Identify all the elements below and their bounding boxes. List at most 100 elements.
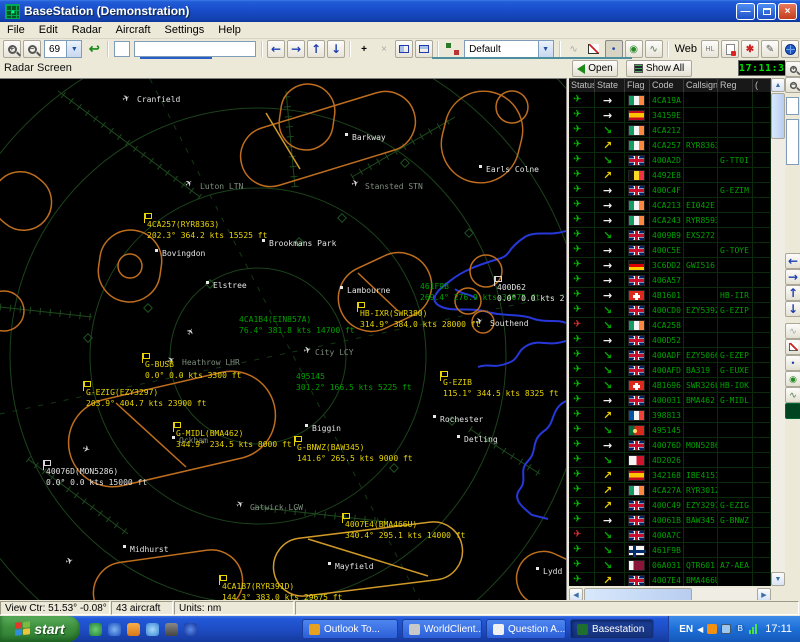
pan-down-button[interactable]: ↓ xyxy=(327,40,346,58)
panel-down-button[interactable]: ↓ xyxy=(785,301,800,317)
scroll-up-button[interactable]: ▲ xyxy=(771,78,785,92)
quick-launch-icon[interactable] xyxy=(165,622,178,636)
alert-button[interactable]: ✱ xyxy=(741,40,759,58)
language-indicator[interactable]: EN xyxy=(679,624,693,635)
range-spinner[interactable] xyxy=(114,41,130,57)
report-page-button[interactable] xyxy=(721,40,739,58)
table-row[interactable]: ✈ ↘ 400A2D G-TTOI xyxy=(569,153,771,168)
table-row[interactable]: ✈ ↘ 4B1696 SWR326L HB-IOK xyxy=(569,378,771,393)
scrollbar-thumb[interactable] xyxy=(771,93,785,139)
panel-left-button[interactable]: ← xyxy=(785,253,800,269)
quick-launch-icon[interactable] xyxy=(108,622,121,636)
title-bar[interactable]: BaseStation (Demonstration) — × xyxy=(0,0,800,22)
graph-icon[interactable] xyxy=(785,339,800,355)
menu-aircraft[interactable]: Aircraft xyxy=(109,23,158,37)
scroll-down-button[interactable]: ▼ xyxy=(771,572,785,586)
split-vertical-button[interactable] xyxy=(415,40,434,58)
table-row[interactable]: ✈ ↘ 400AFD BA319 G-EUXE xyxy=(569,363,771,378)
menu-help[interactable]: Help xyxy=(211,23,248,37)
restore-button[interactable] xyxy=(757,2,776,20)
edit-button[interactable]: ✎ xyxy=(761,40,779,58)
tray-app-icon[interactable] xyxy=(707,624,718,634)
globe-button[interactable] xyxy=(781,40,799,58)
quick-launch-icon[interactable] xyxy=(89,622,102,636)
panel-up-button[interactable]: ↑ xyxy=(785,285,800,301)
quick-launch-icon[interactable] xyxy=(127,622,140,636)
bluetooth-icon[interactable]: B xyxy=(735,624,746,634)
table-row[interactable]: ✈ → 40061B BAW345 G-BNWZ xyxy=(569,513,771,528)
panel-listbox[interactable] xyxy=(786,119,799,165)
table-row[interactable]: ✈ ↘ 4CA212 xyxy=(569,123,771,138)
internet-explorer-icon[interactable] xyxy=(146,622,159,636)
panel-zoom-in-button[interactable]: + xyxy=(785,61,800,77)
waveform-icon[interactable]: ∿ xyxy=(785,387,800,403)
panel-spinner[interactable] xyxy=(786,97,799,115)
pan-up-button[interactable]: ↑ xyxy=(307,40,326,58)
filter-input[interactable] xyxy=(133,41,257,57)
taskbar-button-basestation[interactable]: Basestation xyxy=(570,619,654,639)
table-row[interactable]: ✈ ↘ 4CA258 xyxy=(569,318,771,333)
table-row[interactable]: ✈ → 40076D MON5286 xyxy=(569,438,771,453)
chevron-left-icon[interactable]: ◀ xyxy=(697,625,703,634)
column-header-callsign[interactable]: Callsign xyxy=(684,78,718,93)
menu-radar[interactable]: Radar xyxy=(65,23,109,37)
table-row[interactable]: ✈ ↗ 4007E4 BMA466U xyxy=(569,573,771,586)
table-row[interactable]: ✈ → 3C6DD2 GWI516 xyxy=(569,258,771,273)
table-row[interactable]: ✈ ↘ 400CD0 EZY5392 G-EZIP xyxy=(569,303,771,318)
revert-button[interactable]: ↩ xyxy=(85,40,103,58)
preset-select[interactable]: Default ▼ xyxy=(464,40,554,58)
table-row[interactable]: ✈ ↗ 4CA27A RYR3012 xyxy=(569,483,771,498)
dot-display-icon[interactable]: • xyxy=(785,355,800,371)
connect-button[interactable] xyxy=(443,40,461,58)
split-horizontal-button[interactable] xyxy=(395,40,414,58)
menu-edit[interactable]: Edit xyxy=(32,23,65,37)
menu-file[interactable]: File xyxy=(0,23,32,37)
taskbar-button-worldclient[interactable]: WorldClient... xyxy=(402,619,482,639)
table-row[interactable]: ✈ → 400031 BMA462 G-MIDL xyxy=(569,393,771,408)
pan-left-button[interactable]: ← xyxy=(267,40,286,58)
table-row[interactable]: ✈ → 4B1601 HB-IIR xyxy=(569,288,771,303)
taskbar-button-outlookto[interactable]: Outlook To... xyxy=(302,619,398,639)
start-button[interactable]: start xyxy=(0,616,80,642)
table-row[interactable]: ✈ ↘ 495145 xyxy=(569,423,771,438)
zoom-out-button[interactable]: − xyxy=(23,40,41,58)
signal-curve-icon[interactable]: ∿ xyxy=(785,323,800,339)
sphere-icon[interactable]: ◉ xyxy=(785,371,800,387)
table-row[interactable]: ✈ → 34159E xyxy=(569,108,771,123)
close-button[interactable]: × xyxy=(778,2,797,20)
table-row[interactable]: ✈ → 406A57 xyxy=(569,273,771,288)
table-row[interactable]: ✈ ↘ 461F9B xyxy=(569,543,771,558)
column-header-status[interactable]: Status xyxy=(569,78,595,93)
table-row[interactable]: ✈ ↗ 4492E8 xyxy=(569,168,771,183)
table-row[interactable]: ✈ ↘ 4009B9 EXS272 xyxy=(569,228,771,243)
table-row[interactable]: ✈ → 400C5E G-TOYE xyxy=(569,243,771,258)
table-row[interactable]: ✈ ↗ 4CA257 RYR8363 xyxy=(569,138,771,153)
table-row[interactable]: ✈ ↗ 400C49 EZY3297 G-EZIG xyxy=(569,498,771,513)
minimize-button[interactable]: — xyxy=(736,2,755,20)
menu-settings[interactable]: Settings xyxy=(158,23,212,37)
open-button[interactable]: Open xyxy=(572,60,618,77)
column-header-state[interactable]: State xyxy=(595,78,625,93)
pan-right-button[interactable]: → xyxy=(287,40,306,58)
web-chip-button[interactable]: HL xyxy=(701,40,719,58)
table-row[interactable]: ✈ → 400C4F G-EZIM xyxy=(569,183,771,198)
table-row[interactable]: ✈ ↘ 4D2026 xyxy=(569,453,771,468)
taskbar-button-questiona[interactable]: Question A... xyxy=(486,619,566,639)
delete-button[interactable]: × xyxy=(375,40,393,58)
column-header-flag[interactable]: Flag xyxy=(625,78,650,93)
sphere-icon[interactable]: ◉ xyxy=(624,40,643,58)
table-row[interactable]: ✈ → 4CA243 RYR8593 xyxy=(569,213,771,228)
graph-icon[interactable] xyxy=(585,40,603,58)
dot-display-icon[interactable]: • xyxy=(604,40,623,58)
panel-zoom-out-button[interactable]: − xyxy=(785,77,800,93)
table-row[interactable]: ✈ ↗ 342168 IBE4151 xyxy=(569,468,771,483)
show-all-button[interactable]: Show All xyxy=(626,60,692,77)
grid-display-icon[interactable] xyxy=(785,403,800,419)
zoom-in-button[interactable]: + xyxy=(3,40,21,58)
column-header-reg[interactable]: Reg xyxy=(718,78,753,93)
panel-right-button[interactable]: → xyxy=(785,269,800,285)
table-row[interactable]: ✈ ↘ 400ADF EZY5066 G-EZEP xyxy=(569,348,771,363)
signal-strength-icon[interactable] xyxy=(749,624,758,634)
zoom-level-select[interactable]: 69 ▼ xyxy=(44,40,83,58)
network-icon[interactable] xyxy=(721,624,732,634)
